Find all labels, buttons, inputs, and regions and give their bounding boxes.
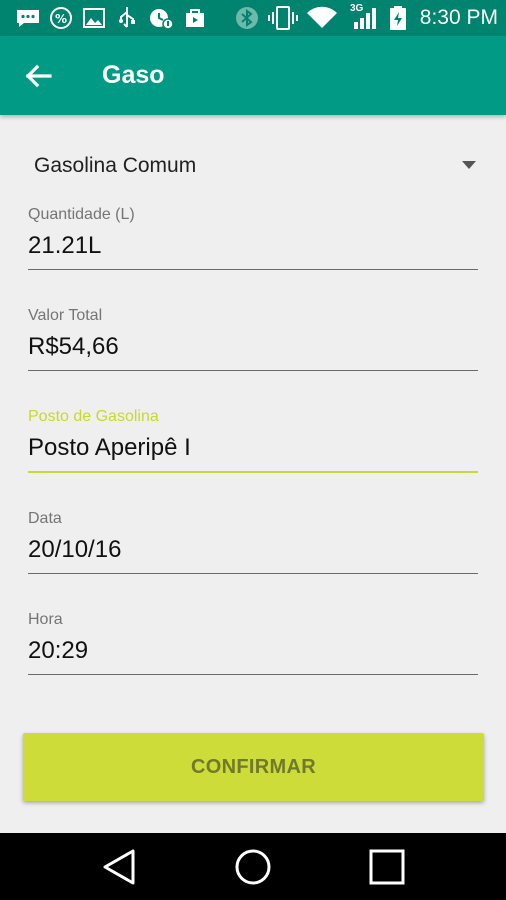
battery-charging-icon xyxy=(390,6,406,30)
station-label: Posto de Gasolina xyxy=(28,408,159,425)
dropdown-arrow-icon xyxy=(462,161,476,169)
fuel-type-value: Gasolina Comum xyxy=(34,154,197,177)
back-triangle-icon[interactable] xyxy=(79,833,159,900)
wifi-icon xyxy=(307,6,337,29)
time-label: Hora xyxy=(28,611,63,628)
quantity-field[interactable]: Quantidade (L) 21.21L xyxy=(28,205,478,277)
vibrate-icon xyxy=(268,6,298,30)
quantity-input[interactable]: 21.21L xyxy=(28,231,101,261)
date-field[interactable]: Data 20/10/16 xyxy=(28,509,478,581)
page-title: Gaso xyxy=(102,61,165,89)
confirm-button[interactable]: CONFIRMAR xyxy=(23,733,484,801)
signal-icon xyxy=(354,8,376,29)
home-circle-icon[interactable] xyxy=(213,833,293,900)
total-value-field[interactable]: Valor Total R$54,66 xyxy=(28,306,478,378)
percent-icon: % xyxy=(50,7,72,29)
status-bar: % 3G 8:30 PM xyxy=(0,0,506,36)
arrow-back-icon[interactable] xyxy=(18,56,58,96)
recents-square-icon[interactable] xyxy=(347,833,427,900)
time-input[interactable]: 20:29 xyxy=(28,636,88,666)
navigation-bar xyxy=(0,833,506,900)
message-icon xyxy=(17,10,39,27)
total-value-underline xyxy=(28,370,478,371)
total-value-label: Valor Total xyxy=(28,307,103,324)
status-time: 8:30 PM xyxy=(419,6,498,29)
total-value-input[interactable]: R$54,66 xyxy=(28,332,119,362)
svg-text:%: % xyxy=(55,12,67,26)
usb-icon xyxy=(119,7,135,28)
date-label: Data xyxy=(28,510,62,527)
quantity-label: Quantidade (L) xyxy=(28,206,135,223)
time-underline xyxy=(28,674,478,675)
station-underline xyxy=(28,471,478,473)
time-field[interactable]: Hora 20:29 xyxy=(28,610,478,682)
date-underline xyxy=(28,573,478,574)
image-icon xyxy=(83,8,105,28)
app-bar: Gaso xyxy=(0,36,506,115)
station-field[interactable]: Posto de Gasolina Posto Aperipê I xyxy=(28,407,478,479)
quantity-underline xyxy=(28,269,478,270)
alarm-icon xyxy=(150,9,174,30)
bluetooth-icon xyxy=(236,7,258,29)
fuel-type-dropdown[interactable]: Gasolina Comum xyxy=(28,145,478,189)
station-input[interactable]: Posto Aperipê I xyxy=(28,433,191,463)
store-icon xyxy=(186,9,204,27)
date-input[interactable]: 20/10/16 xyxy=(28,535,121,565)
